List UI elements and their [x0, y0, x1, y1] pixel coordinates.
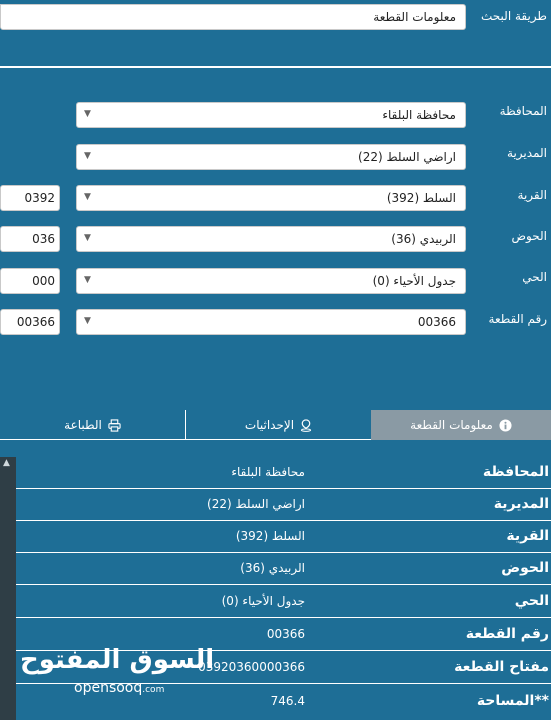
detail-key: رقم القطعة: [465, 626, 549, 642]
search-method-label: طريقة البحث: [481, 9, 547, 23]
chevron-down-icon: ▼: [84, 233, 91, 243]
chevron-down-icon: ▼: [84, 109, 91, 119]
chevron-down-icon: ▼: [84, 316, 91, 326]
detail-key: المحافظة: [482, 464, 549, 480]
parcel-number-select[interactable]: ▼ 00366: [76, 309, 466, 335]
scroll-up-icon[interactable]: ▲: [3, 458, 10, 468]
detail-row-neighborhood: الحي جدول الأحياء (0): [16, 586, 551, 618]
village-select[interactable]: ▼ السلط (392): [76, 185, 466, 211]
detail-value: 746.4: [270, 694, 305, 708]
chevron-down-icon: ▼: [84, 275, 91, 285]
basin-label: الحوض: [511, 229, 547, 243]
watermark-logo-latin: opensooq.com: [74, 680, 165, 696]
detail-key: المساحة**: [476, 693, 549, 709]
governorate-select[interactable]: ▼ محافظة البلقاء: [76, 102, 466, 128]
neighborhood-code-input[interactable]: 000: [0, 268, 60, 294]
tab-separator: [185, 410, 186, 440]
detail-value: محافظة البلقاء: [231, 465, 305, 479]
neighborhood-label: الحي: [522, 270, 547, 284]
tab-coordinates[interactable]: الإحداثيات: [186, 410, 371, 440]
tab-coordinates-label: الإحداثيات: [244, 418, 295, 432]
detail-key: الحوض: [501, 560, 549, 576]
detail-row-village: القرية السلط (392): [16, 521, 551, 553]
detail-row-governorate: المحافظة محافظة البلقاء: [16, 457, 551, 489]
printer-icon: [108, 418, 121, 432]
neighborhood-value: جدول الأحياء (0): [372, 274, 456, 288]
village-label: القرية: [517, 188, 547, 202]
parcel-number-value: 00366: [417, 315, 456, 329]
search-method-select[interactable]: معلومات القطعة: [0, 4, 466, 30]
top-divider: [0, 66, 551, 68]
basin-value: الربيدي (36): [391, 232, 456, 246]
governorate-value: محافظة البلقاء: [382, 108, 456, 122]
tab-parcel-info-label: معلومات القطعة: [410, 418, 493, 432]
tab-print-label: الطباعة: [64, 418, 102, 432]
detail-row-basin: الحوض الربيدي (36): [16, 553, 551, 585]
detail-value: السلط (392): [235, 529, 305, 543]
detail-value: اراضي السلط (22): [207, 497, 305, 511]
watermark-suffix: .com: [142, 685, 165, 695]
chevron-down-icon: ▼: [84, 192, 91, 202]
detail-key: مفتاح القطعة: [454, 659, 549, 675]
detail-key: المديرية: [493, 496, 549, 512]
basin-select[interactable]: ▼ الربيدي (36): [76, 226, 466, 252]
detail-key: القرية: [506, 528, 549, 544]
village-code-input[interactable]: 0392: [0, 185, 60, 211]
directorate-label: المديرية: [507, 146, 547, 160]
directorate-value: اراضي السلط (22): [358, 150, 456, 164]
location-pin-icon: [300, 418, 312, 432]
parcel-number-label: رقم القطعة: [488, 312, 547, 326]
basin-code-input[interactable]: 036: [0, 226, 60, 252]
parcel-number-code-input[interactable]: 00366: [0, 309, 60, 335]
tab-parcel-info[interactable]: معلومات القطعة: [371, 410, 551, 440]
tab-print[interactable]: الطباعة: [0, 410, 185, 440]
chevron-down-icon: ▼: [84, 151, 91, 161]
village-value: السلط (392): [386, 191, 456, 205]
directorate-select[interactable]: ▼ اراضي السلط (22): [76, 144, 466, 170]
detail-key: الحي: [514, 593, 549, 609]
details-scrollbar[interactable]: ▲: [0, 457, 16, 720]
detail-value: الربيدي (36): [240, 561, 305, 575]
watermark-logo-arabic: السوق المفتوح: [20, 645, 215, 675]
detail-value: جدول الأحياء (0): [221, 594, 305, 608]
info-icon: [499, 418, 512, 432]
governorate-label: المحافظة: [499, 104, 547, 118]
detail-row-directorate: المديرية اراضي السلط (22): [16, 489, 551, 521]
search-method-value: معلومات القطعة: [373, 10, 456, 24]
neighborhood-select[interactable]: ▼ جدول الأحياء (0): [76, 268, 466, 294]
detail-value: 00366: [266, 627, 305, 641]
